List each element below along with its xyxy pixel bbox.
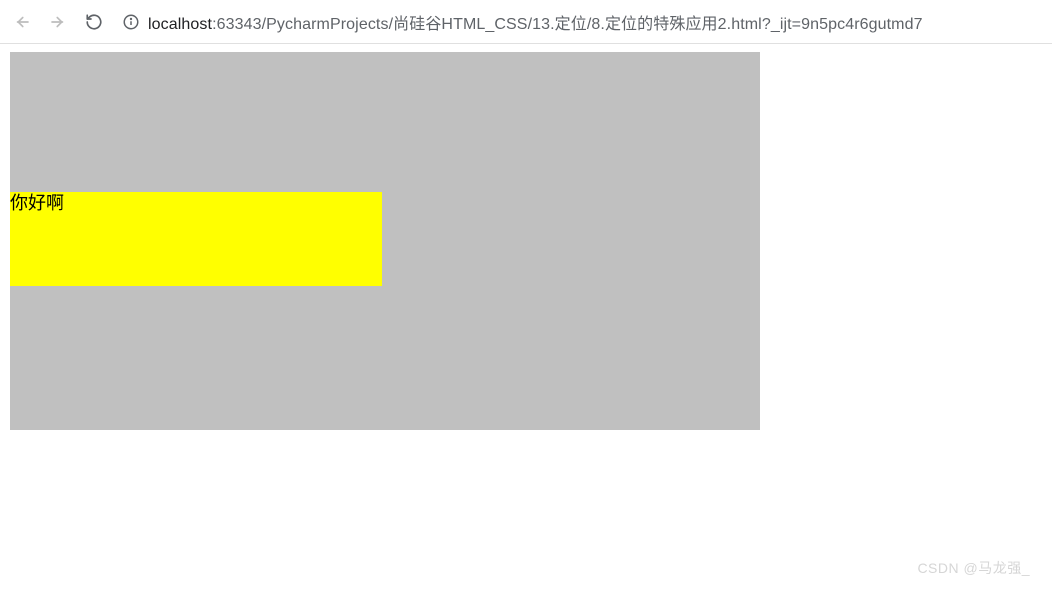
browser-toolbar: localhost:63343/PycharmProjects/尚硅谷HTML_…: [0, 0, 1052, 44]
url-path: /PycharmProjects/尚硅谷HTML_CSS/13.定位/8.定位的…: [262, 16, 923, 33]
reload-button[interactable]: [82, 10, 106, 34]
watermark: CSDN @马龙强_: [917, 558, 1030, 578]
outer-box: 你好啊: [10, 52, 760, 430]
inner-box-text: 你好啊: [10, 193, 64, 213]
arrow-right-icon: [49, 13, 67, 31]
info-icon: [122, 13, 140, 31]
reload-icon: [85, 13, 103, 31]
arrow-left-icon: [13, 13, 31, 31]
url-host: localhost: [148, 16, 212, 33]
page-content: 你好啊: [0, 44, 1052, 438]
inner-box: 你好啊: [10, 192, 382, 286]
forward-button[interactable]: [46, 10, 70, 34]
back-button[interactable]: [10, 10, 34, 34]
url-port: :63343: [212, 16, 262, 33]
address-bar[interactable]: localhost:63343/PycharmProjects/尚硅谷HTML_…: [118, 6, 1042, 38]
url-text: localhost:63343/PycharmProjects/尚硅谷HTML_…: [148, 10, 923, 34]
